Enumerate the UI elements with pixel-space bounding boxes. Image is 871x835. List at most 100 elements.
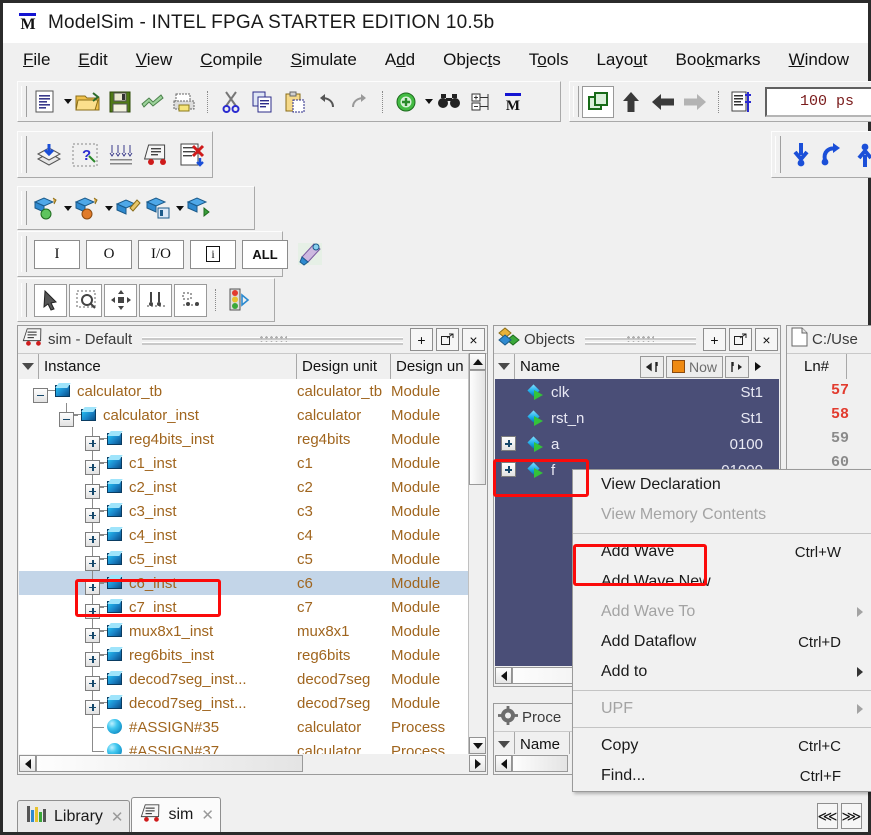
settings-wand-icon[interactable] — [294, 238, 326, 270]
filter-internal-button[interactable]: i — [190, 239, 236, 269]
filter-all-button[interactable]: ALL — [242, 239, 288, 269]
menu-simulate[interactable]: Simulate — [291, 50, 357, 70]
expand-icon[interactable] — [501, 462, 516, 477]
wizard-icon[interactable]: ? — [68, 138, 102, 172]
menu-window[interactable]: Window — [789, 50, 849, 70]
sim-filter-icon[interactable] — [18, 354, 39, 379]
menu-item-add-dataflow[interactable]: Add Dataflow Ctrl+D — [573, 627, 871, 657]
find-icon[interactable] — [434, 87, 464, 117]
objects-scroll-left-button[interactable] — [495, 667, 512, 684]
table-row[interactable]: calculator_inst calculator Module — [19, 403, 469, 427]
now-indicator[interactable]: Now — [666, 355, 724, 378]
expand-icon[interactable] — [85, 627, 100, 643]
menu-layout[interactable]: Layout — [596, 50, 647, 70]
menu-add[interactable]: Add — [385, 50, 415, 70]
column-design-unit[interactable]: Design unit — [297, 354, 391, 379]
table-row[interactable]: decod7seg_inst... decod7seg Module — [19, 667, 469, 691]
select-cursor-icon[interactable] — [34, 283, 67, 317]
zoom-select-icon[interactable] — [69, 283, 102, 317]
break-icon[interactable] — [144, 193, 172, 223]
sim-scroll-left-button[interactable] — [19, 755, 36, 772]
expand-icon[interactable] — [85, 483, 100, 499]
table-row[interactable]: c3_inst c3 Module — [19, 499, 469, 523]
tab-library-close-icon[interactable]: ✕ — [111, 808, 124, 826]
table-row[interactable]: c7_inst c7 Module — [19, 595, 469, 619]
expand-icon[interactable] — [85, 603, 100, 619]
reload-icon[interactable] — [137, 87, 167, 117]
grid-icon[interactable] — [104, 138, 138, 172]
run-continue-icon[interactable] — [73, 193, 101, 223]
table-row[interactable]: reg6bits_inst reg6bits Module — [19, 643, 469, 667]
sim-panel-drag-rail[interactable] — [142, 334, 403, 346]
sim-scroll-right-button[interactable] — [469, 755, 486, 772]
expand-icon[interactable] — [85, 507, 100, 523]
table-row[interactable]: #ASSIGN#35 calculator Process — [19, 715, 469, 739]
menu-item-copy[interactable]: Copy Ctrl+C — [573, 731, 871, 761]
undo-icon[interactable] — [312, 87, 342, 117]
list-item[interactable]: a 0100 — [495, 431, 779, 457]
table-row[interactable]: c4_inst c4 Module — [19, 523, 469, 547]
open-folder-icon[interactable] — [73, 87, 103, 117]
list-item[interactable]: rst_n St1 — [495, 405, 779, 431]
sim-scroll-thumb[interactable] — [469, 370, 486, 485]
table-row[interactable]: c6_inst c6 Module — [19, 571, 469, 595]
sim-panel-add-button[interactable]: + — [410, 328, 433, 351]
objects-panel-drag-rail[interactable] — [584, 334, 697, 346]
sim-instance-tree[interactable]: calculator_tb calculator_tb Module calculat… — [19, 379, 469, 773]
sim-vertical-scrollbar[interactable] — [468, 353, 486, 754]
objects-panel-close-button[interactable]: × — [755, 328, 778, 351]
processes-horizontal-scrollbar[interactable] — [495, 754, 572, 773]
expand-tree-icon[interactable] — [466, 87, 496, 117]
expand-icon[interactable] — [85, 675, 100, 691]
table-row[interactable]: reg4bits_inst reg4bits Module — [19, 427, 469, 451]
table-row[interactable]: decod7seg_inst... decod7seg Module — [19, 691, 469, 715]
column-name[interactable]: Name — [515, 354, 640, 379]
compile-icon[interactable] — [582, 85, 614, 118]
sim-panel-close-button[interactable]: × — [462, 328, 485, 351]
tab-library[interactable]: Library ✕ — [17, 800, 131, 832]
table-row[interactable]: c5_inst c5 Module — [19, 547, 469, 571]
menu-bookmarks[interactable]: Bookmarks — [676, 50, 761, 70]
sim-truck-icon[interactable] — [140, 138, 174, 172]
tab-sim[interactable]: sim ✕ — [131, 797, 221, 832]
collapse-icon[interactable] — [33, 387, 48, 403]
collapse-icon[interactable] — [59, 411, 74, 427]
step-back-icon[interactable] — [648, 87, 678, 117]
sim-horizontal-scrollbar[interactable] — [19, 754, 486, 773]
objects-panel-add-button[interactable]: + — [703, 328, 726, 351]
expand-icon[interactable] — [85, 531, 100, 547]
column-design-unit-type[interactable]: Design un — [391, 354, 471, 379]
new-document-dropdown-icon[interactable] — [62, 87, 73, 117]
copy-icon[interactable] — [248, 87, 278, 117]
step-up-icon[interactable] — [616, 87, 646, 117]
menu-item-add-wave-new[interactable]: Add Wave New — [573, 567, 871, 597]
table-row[interactable]: calculator_tb calculator_tb Module — [19, 379, 469, 403]
restart-arrow-icon[interactable] — [818, 138, 848, 172]
next-transition-icon[interactable] — [725, 355, 750, 378]
column-instance[interactable]: Instance — [39, 354, 297, 379]
table-row[interactable]: c1_inst c1 Module — [19, 451, 469, 475]
run-dropdown-icon[interactable] — [62, 193, 73, 223]
expand-icon[interactable] — [85, 699, 100, 715]
source-icon[interactable] — [727, 87, 757, 117]
menu-file[interactable]: File — [23, 50, 50, 70]
sim-scroll-up-button[interactable] — [469, 353, 486, 370]
tabs-scroll-right-button[interactable]: ⋙ — [841, 803, 862, 829]
expand-icon[interactable] — [85, 651, 100, 667]
menu-item-find[interactable]: Find... Ctrl+F — [573, 761, 871, 791]
menu-tools[interactable]: Tools — [529, 50, 569, 70]
new-document-icon[interactable] — [30, 87, 60, 117]
expand-icon[interactable] — [85, 459, 100, 475]
filter-inout-button[interactable]: I/O — [138, 239, 184, 269]
tab-sim-close-icon[interactable]: ✕ — [201, 806, 214, 824]
modelsim-icon[interactable]: M — [498, 87, 528, 117]
menu-objects[interactable]: Objects — [443, 50, 501, 70]
objects-context-menu[interactable]: View Declaration View Memory Contents Add … — [572, 469, 871, 792]
list-item[interactable]: clk St1 — [495, 379, 779, 405]
layers-down-icon[interactable] — [32, 138, 66, 172]
add-item-dropdown-icon[interactable] — [423, 87, 434, 117]
simulation-time-field[interactable]: 100 ps — [765, 86, 871, 117]
expand-icon[interactable] — [85, 435, 100, 451]
up-arrow-icon[interactable] — [850, 138, 871, 172]
run-continue-dropdown-icon[interactable] — [103, 193, 114, 223]
